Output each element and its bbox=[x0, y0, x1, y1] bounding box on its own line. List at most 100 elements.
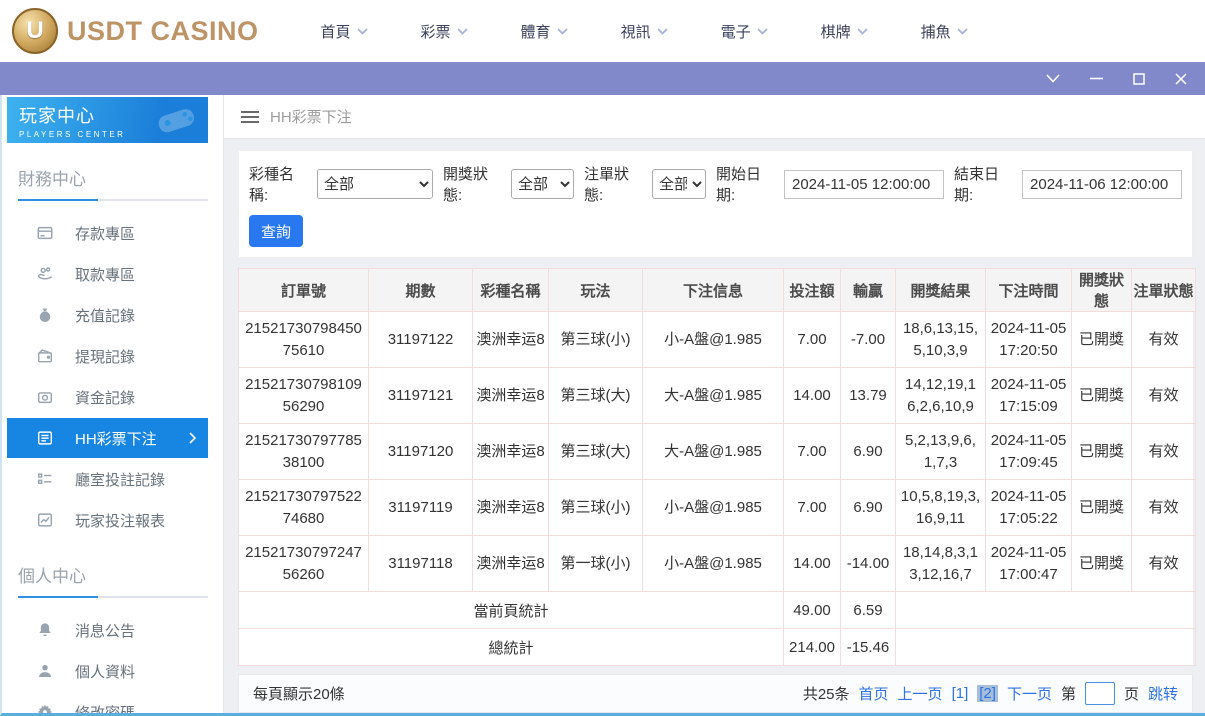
sidebar-item-change-password[interactable]: 修改密碼 bbox=[7, 692, 208, 713]
order-status-select[interactable]: 全部 bbox=[652, 169, 706, 199]
nav-item-sports[interactable]: 體育 bbox=[521, 21, 568, 42]
window-maximize-icon[interactable] bbox=[1133, 73, 1145, 85]
bets-table-card: 訂單號 期數 彩種名稱 玩法 下注信息 投注額 輸贏 開獎結果 下注時間 開獎狀… bbox=[238, 268, 1193, 666]
sidebar-item-profile[interactable]: 個人資料 bbox=[7, 651, 208, 691]
table-row: 2152173079724756260 31197118 澳洲幸运8 第一球(小… bbox=[239, 536, 1196, 592]
cell-bet-info: 大-A盤@1.985 bbox=[643, 368, 784, 424]
bullet-list-icon bbox=[36, 470, 54, 488]
sidebar-item-funds-record[interactable]: 資金記錄 bbox=[7, 377, 208, 417]
cell-order-id: 2152173079778538100 bbox=[239, 424, 369, 480]
cell-play-type: 第一球(小) bbox=[549, 536, 643, 592]
window-close-icon[interactable] bbox=[1175, 73, 1187, 85]
sidebar-item-withdrawal-record[interactable]: 提現記錄 bbox=[7, 336, 208, 376]
cell-order-id: 2152173079845075610 bbox=[239, 312, 369, 368]
jump-page-input[interactable] bbox=[1085, 682, 1115, 705]
cell-period: 31197119 bbox=[369, 480, 473, 536]
chevron-down-icon bbox=[557, 28, 568, 35]
chevron-down-icon bbox=[457, 28, 468, 35]
chevron-down-icon bbox=[857, 28, 868, 35]
cell-bet-time: 2024-11-05 17:09:45 bbox=[986, 424, 1072, 480]
main-content: HH彩票下注 彩種名稱: 全部 開獎狀態: 全部 注單狀態: 全部 開始日期: … bbox=[224, 95, 1205, 713]
nav-item-cards[interactable]: 棋牌 bbox=[821, 21, 868, 42]
chevron-down-icon bbox=[957, 28, 968, 35]
app-body: 玩家中心 PLAYERS CENTER 財務中心 存款專區 取款專區 充值記錄 bbox=[0, 95, 1205, 716]
page-summary-label: 當前頁統計 bbox=[239, 592, 784, 629]
cell-order-status: 有效 bbox=[1132, 424, 1196, 480]
lottery-name-label: 彩種名稱: bbox=[249, 163, 312, 205]
window-collapse-icon[interactable] bbox=[1046, 74, 1060, 83]
cell-period: 31197122 bbox=[369, 312, 473, 368]
bets-table: 訂單號 期數 彩種名稱 玩法 下注信息 投注額 輸贏 開獎結果 下注時間 開獎狀… bbox=[238, 268, 1196, 666]
cell-bet-time: 2024-11-05 17:20:50 bbox=[986, 312, 1072, 368]
brand: U USDT CASINO bbox=[0, 8, 259, 54]
sidebar-item-deposit[interactable]: 存款專區 bbox=[7, 213, 208, 253]
col-play-type: 玩法 bbox=[549, 269, 643, 312]
hamburger-menu-icon[interactable] bbox=[241, 111, 259, 123]
nav-item-home[interactable]: 首頁 bbox=[321, 21, 368, 42]
cell-period: 31197120 bbox=[369, 424, 473, 480]
cell-play-type: 第三球(小) bbox=[549, 312, 643, 368]
cell-order-status: 有效 bbox=[1132, 368, 1196, 424]
cell-play-type: 第三球(大) bbox=[549, 424, 643, 480]
draw-status-select[interactable]: 全部 bbox=[511, 169, 574, 199]
sidebar-item-room-bet-record[interactable]: 廳室投註記錄 bbox=[7, 459, 208, 499]
cell-draw-result: 18,6,13,15,5,10,3,9 bbox=[896, 312, 986, 368]
jump-button[interactable]: 跳转 bbox=[1148, 683, 1178, 704]
page-title: HH彩票下注 bbox=[270, 106, 352, 127]
nav-item-lottery[interactable]: 彩票 bbox=[421, 21, 468, 42]
page-1-link[interactable]: [1] bbox=[952, 685, 969, 702]
section-divider bbox=[18, 199, 208, 201]
page-summary-empty bbox=[896, 592, 1196, 629]
top-navbar: U USDT CASINO 首頁 彩票 體育 視訊 電子 棋牌 捕魚 bbox=[0, 0, 1205, 62]
cell-order-status: 有效 bbox=[1132, 480, 1196, 536]
cell-period: 31197121 bbox=[369, 368, 473, 424]
table-row: 2152173079778538100 31197120 澳洲幸运8 第三球(大… bbox=[239, 424, 1196, 480]
window-minimize-icon[interactable] bbox=[1090, 77, 1103, 80]
cell-play-type: 第三球(小) bbox=[549, 480, 643, 536]
cell-draw-status: 已開獎 bbox=[1072, 480, 1132, 536]
wallet-icon bbox=[36, 347, 54, 365]
sidebar-item-recharge-record[interactable]: 充值記錄 bbox=[7, 295, 208, 335]
nav-item-video[interactable]: 視訊 bbox=[621, 21, 668, 42]
cell-lottery-name: 澳洲幸运8 bbox=[473, 312, 549, 368]
bet-list-icon bbox=[36, 429, 54, 447]
search-button[interactable]: 查詢 bbox=[249, 215, 303, 247]
cell-play-type: 第三球(大) bbox=[549, 368, 643, 424]
pagination-bar: 每頁顯示20條 共25条 首页 上一页 [1] [2] 下一页 第 页 跳转 bbox=[238, 674, 1193, 713]
cell-lottery-name: 澳洲幸运8 bbox=[473, 480, 549, 536]
prev-page-link[interactable]: 上一页 bbox=[898, 683, 943, 704]
cell-order-status: 有效 bbox=[1132, 312, 1196, 368]
chevron-right-icon bbox=[189, 432, 196, 444]
sidebar-item-announcements[interactable]: 消息公告 bbox=[7, 610, 208, 650]
start-date-label: 開始日期: bbox=[716, 163, 779, 205]
cell-order-id: 2152173079724756260 bbox=[239, 536, 369, 592]
cell-bet-amount: 7.00 bbox=[784, 312, 841, 368]
sidebar-item-withdraw[interactable]: 取款專區 bbox=[7, 254, 208, 294]
table-row: 2152173079752274680 31197119 澳洲幸运8 第三球(小… bbox=[239, 480, 1196, 536]
start-date-input[interactable] bbox=[784, 170, 944, 199]
hand-coins-icon bbox=[36, 265, 54, 283]
pagination-controls: 共25条 首页 上一页 [1] [2] 下一页 第 页 跳转 bbox=[803, 682, 1178, 705]
cell-bet-time: 2024-11-05 17:00:47 bbox=[986, 536, 1072, 592]
next-page-link[interactable]: 下一页 bbox=[1007, 683, 1052, 704]
sidebar-item-player-bet-report[interactable]: 玩家投注報表 bbox=[7, 500, 208, 540]
first-page-link[interactable]: 首页 bbox=[859, 683, 889, 704]
deposit-window-icon bbox=[36, 224, 54, 242]
page-size-text: 每頁顯示20條 bbox=[253, 683, 345, 704]
sidebar-item-hh-lottery-bets[interactable]: HH彩票下注 bbox=[7, 418, 208, 458]
nav-item-fishing[interactable]: 捕魚 bbox=[921, 21, 968, 42]
cell-bet-amount: 14.00 bbox=[784, 368, 841, 424]
cell-bet-amount: 7.00 bbox=[784, 424, 841, 480]
jump-suffix-text: 页 bbox=[1124, 683, 1139, 704]
page-2-link-current[interactable]: [2] bbox=[977, 685, 998, 702]
cell-draw-status: 已開獎 bbox=[1072, 312, 1132, 368]
page-summary-win-loss: 6.59 bbox=[841, 592, 896, 629]
section-divider bbox=[18, 596, 208, 598]
cell-lottery-name: 澳洲幸运8 bbox=[473, 424, 549, 480]
nav-item-slots[interactable]: 電子 bbox=[721, 21, 768, 42]
lottery-name-select[interactable]: 全部 bbox=[317, 169, 433, 199]
end-date-input[interactable] bbox=[1022, 170, 1182, 199]
cell-draw-status: 已開獎 bbox=[1072, 424, 1132, 480]
col-bet-amount: 投注額 bbox=[784, 269, 841, 312]
cell-win-loss: 6.90 bbox=[841, 480, 896, 536]
